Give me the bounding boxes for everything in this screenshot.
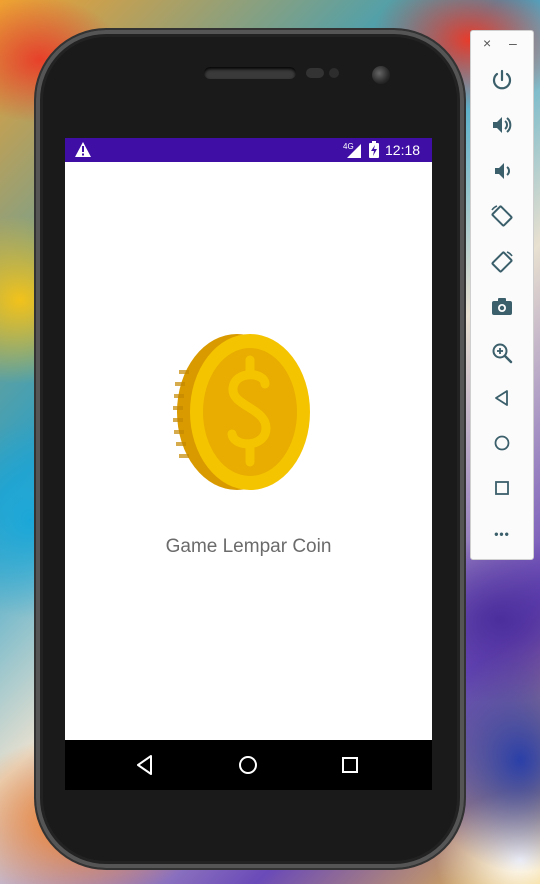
light-sensor [329, 68, 339, 78]
zoom-button[interactable] [489, 340, 515, 366]
close-button[interactable]: × [483, 35, 491, 51]
navigation-bar [65, 740, 432, 790]
overview-icon [495, 481, 509, 495]
nav-back-button[interactable] [133, 753, 157, 777]
recents-icon [342, 757, 358, 773]
network-label: 4G [343, 142, 354, 151]
rotate-right-icon [491, 251, 513, 273]
back-icon [137, 755, 152, 775]
screenshot-button[interactable] [489, 294, 515, 320]
coin-dollar-icon [170, 322, 326, 507]
volume-down-button[interactable] [489, 158, 515, 184]
rotate-left-button[interactable] [489, 203, 515, 229]
battery-charging-icon [369, 141, 379, 161]
proximity-sensor [306, 68, 324, 78]
signal-4g-icon: 4G [343, 141, 363, 162]
status-clock: 12:18 [385, 142, 421, 158]
volume-down-icon [495, 163, 510, 179]
warning-icon [75, 142, 91, 160]
nav-home-button[interactable] [236, 753, 260, 777]
volume-up-icon [493, 117, 512, 133]
camera-icon [492, 298, 512, 315]
minimize-button[interactable]: – [509, 35, 517, 51]
power-icon [492, 69, 512, 90]
zoom-icon [492, 343, 513, 364]
home-button[interactable] [489, 430, 515, 456]
nav-recents-button[interactable] [338, 753, 362, 777]
more-button[interactable]: ••• [489, 521, 515, 547]
device-screen: 4G 12:18 Game Lempar Coin [65, 138, 432, 740]
rotate-left-icon [491, 205, 513, 227]
earpiece-speaker [204, 67, 296, 79]
home-icon [494, 435, 510, 451]
power-button[interactable] [489, 67, 515, 93]
back-button[interactable] [489, 385, 515, 411]
home-icon [239, 756, 257, 774]
overview-button[interactable] [489, 475, 515, 501]
more-icon: ••• [494, 527, 510, 541]
rotate-right-button[interactable] [489, 249, 515, 275]
status-bar: 4G 12:18 [65, 138, 432, 162]
emulator-toolbar: × – ••• [470, 30, 534, 560]
toolbar-window-controls: × – [471, 35, 533, 53]
volume-up-button[interactable] [489, 112, 515, 138]
back-icon [495, 390, 508, 406]
front-camera [372, 66, 390, 84]
app-title: Game Lempar Coin [165, 536, 332, 557]
